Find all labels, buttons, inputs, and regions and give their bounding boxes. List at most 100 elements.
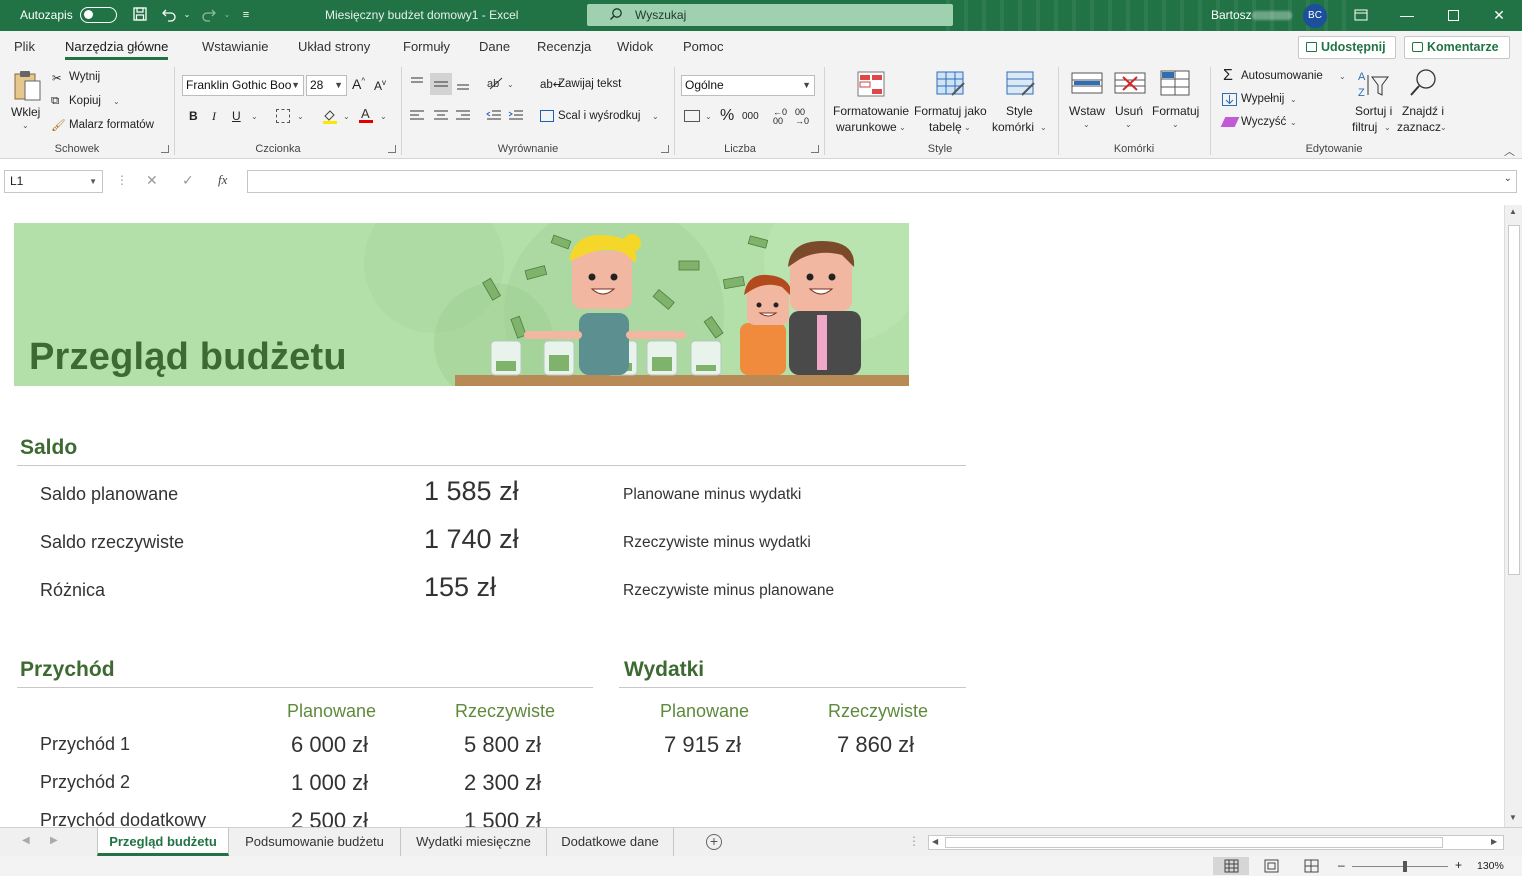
- format-cells-icon[interactable]: [1160, 69, 1192, 100]
- sheet-tab-monthly-expenses[interactable]: Wydatki miesięczne: [401, 828, 547, 856]
- merge-dropdown-icon[interactable]: ⌄: [652, 112, 659, 121]
- conditional-dropdown-icon[interactable]: ⌄: [899, 123, 906, 132]
- sheet-tab-overview[interactable]: Przegląd budżetu: [97, 828, 229, 856]
- cut-button[interactable]: Wytnij: [69, 71, 100, 83]
- format-painter-icon[interactable]: 🖌: [51, 118, 66, 132]
- tab-help[interactable]: Pomoc: [683, 39, 723, 54]
- insert-dropdown-icon[interactable]: ⌄: [1083, 120, 1090, 129]
- collapse-ribbon-icon[interactable]: ︿: [1504, 143, 1515, 159]
- share-button[interactable]: Udostępnij: [1298, 36, 1396, 59]
- prev-sheet-icon[interactable]: ◀: [22, 835, 30, 846]
- find-select-icon[interactable]: [1408, 67, 1440, 102]
- format-painter-button[interactable]: Malarz formatów: [69, 119, 154, 131]
- decrease-indent-icon[interactable]: [486, 108, 502, 127]
- fill-dropdown-icon[interactable]: ⌄: [1290, 95, 1297, 104]
- add-sheet-icon[interactable]: +: [706, 834, 722, 850]
- page-layout-view-button[interactable]: [1253, 857, 1289, 875]
- sheet-tab-summary[interactable]: Podsumowanie budżetu: [229, 828, 401, 856]
- align-center-icon[interactable]: [433, 108, 449, 127]
- zoom-in-icon[interactable]: +: [1455, 858, 1462, 872]
- enter-icon[interactable]: ✓: [182, 172, 194, 189]
- fill-color-dropdown-icon[interactable]: ⌄: [343, 112, 350, 121]
- fill-down-icon[interactable]: [1222, 93, 1237, 106]
- find-select-dropdown-icon[interactable]: ⌄: [1440, 123, 1447, 132]
- insert-function-icon[interactable]: fx: [218, 172, 227, 188]
- zoom-out-icon[interactable]: –: [1338, 858, 1345, 872]
- tab-insert[interactable]: Wstawianie: [202, 39, 268, 54]
- underline-dropdown-icon[interactable]: ⌄: [251, 112, 258, 121]
- increase-font-icon[interactable]: A^: [352, 76, 365, 92]
- sheet-tab-additional-data[interactable]: Dodatkowe dane: [547, 828, 674, 856]
- underline-button[interactable]: U: [232, 109, 241, 123]
- comments-button[interactable]: Komentarze: [1404, 36, 1510, 59]
- scroll-left-icon[interactable]: ◀: [932, 837, 938, 846]
- percent-icon[interactable]: %: [720, 107, 734, 125]
- format-as-table-label-2[interactable]: tabelę: [929, 120, 962, 134]
- align-top-icon[interactable]: [409, 75, 425, 94]
- copy-dropdown-icon[interactable]: ⌄: [113, 97, 120, 106]
- alignment-launcher-icon[interactable]: [661, 145, 669, 153]
- paste-icon[interactable]: [12, 69, 42, 103]
- redo-icon[interactable]: [200, 6, 218, 24]
- vertical-scrollbar[interactable]: ▲ ▼: [1504, 205, 1522, 827]
- italic-button[interactable]: I: [212, 109, 216, 124]
- search-box[interactable]: Wyszukaj: [587, 4, 953, 26]
- tab-view[interactable]: Widok: [617, 39, 653, 54]
- find-select-label-2[interactable]: zaznacz: [1397, 120, 1441, 134]
- format-as-table-dropdown-icon[interactable]: ⌄: [964, 123, 971, 132]
- save-icon[interactable]: [131, 6, 149, 24]
- maximize-button[interactable]: [1430, 0, 1476, 31]
- cell-styles-icon[interactable]: [1006, 71, 1036, 100]
- number-format-select[interactable]: Ogólne ▼: [681, 75, 815, 96]
- worksheet[interactable]: Przegląd budżetu Saldo Saldo planowane 1…: [0, 205, 1504, 827]
- zoom-slider-thumb[interactable]: [1403, 861, 1407, 872]
- sort-filter-dropdown-icon[interactable]: ⌄: [1384, 123, 1391, 132]
- ribbon-display-options-icon[interactable]: [1338, 0, 1384, 31]
- sort-filter-label[interactable]: Sortuj i: [1355, 104, 1392, 118]
- sort-filter-icon[interactable]: AZ: [1358, 69, 1390, 102]
- cell-styles-label-2[interactable]: komórki: [992, 120, 1034, 134]
- undo-icon[interactable]: [160, 6, 178, 24]
- minimize-button[interactable]: —: [1384, 0, 1430, 31]
- decrease-decimal-icon[interactable]: 00 →0: [795, 108, 809, 126]
- tab-file[interactable]: Plik: [14, 39, 35, 54]
- delete-cells-icon[interactable]: [1114, 71, 1146, 100]
- fill-color-icon[interactable]: [322, 108, 338, 124]
- accounting-format-icon[interactable]: [684, 110, 700, 122]
- align-right-icon[interactable]: [455, 108, 471, 127]
- undo-dropdown-icon[interactable]: ⌄: [178, 6, 196, 24]
- clear-button[interactable]: Wyczyść: [1241, 116, 1286, 128]
- expand-formula-icon[interactable]: ⌄: [1504, 173, 1512, 184]
- cell-styles-dropdown-icon[interactable]: ⌄: [1040, 123, 1047, 132]
- format-as-table-icon[interactable]: [936, 71, 966, 100]
- autosave-toggle[interactable]: [80, 7, 117, 23]
- tab-page-layout[interactable]: Układ strony: [298, 39, 370, 54]
- format-as-table-label[interactable]: Formatuj jako: [914, 104, 987, 118]
- autosum-icon[interactable]: Σ: [1223, 67, 1233, 85]
- scroll-up-icon[interactable]: ▲: [1509, 207, 1517, 216]
- conditional-formatting-label[interactable]: Formatowanie: [833, 104, 909, 118]
- cell-styles-label[interactable]: Style: [1006, 104, 1033, 118]
- merge-center-button[interactable]: Scal i wyśrodkuj: [558, 110, 640, 122]
- bold-button[interactable]: B: [189, 109, 198, 123]
- find-select-label[interactable]: Znajdź i: [1402, 104, 1444, 118]
- zoom-level[interactable]: 130%: [1477, 860, 1504, 872]
- fill-button[interactable]: Wypełnij: [1241, 93, 1284, 105]
- page-break-view-button[interactable]: [1293, 857, 1329, 875]
- delete-dropdown-icon[interactable]: ⌄: [1125, 120, 1132, 129]
- tab-formulas[interactable]: Formuły: [403, 39, 450, 54]
- autosum-button[interactable]: Autosumowanie: [1241, 70, 1323, 82]
- conditional-formatting-label-2[interactable]: warunkowe: [836, 120, 897, 134]
- decrease-font-icon[interactable]: Av: [374, 78, 386, 93]
- paste-label[interactable]: Wklej: [11, 105, 40, 119]
- next-sheet-icon[interactable]: ▶: [50, 835, 58, 846]
- cut-icon[interactable]: ✂: [52, 71, 62, 85]
- zoom-slider-track[interactable]: [1352, 866, 1448, 867]
- format-dropdown-icon[interactable]: ⌄: [1172, 120, 1179, 129]
- increase-decimal-icon[interactable]: ←0 00: [773, 108, 787, 126]
- tab-split-grip-icon[interactable]: ⋮: [908, 834, 920, 848]
- scroll-right-icon[interactable]: ▶: [1491, 837, 1497, 846]
- formula-input[interactable]: ⌄: [247, 170, 1517, 193]
- clipboard-launcher-icon[interactable]: [161, 145, 169, 153]
- close-button[interactable]: ✕: [1476, 0, 1522, 31]
